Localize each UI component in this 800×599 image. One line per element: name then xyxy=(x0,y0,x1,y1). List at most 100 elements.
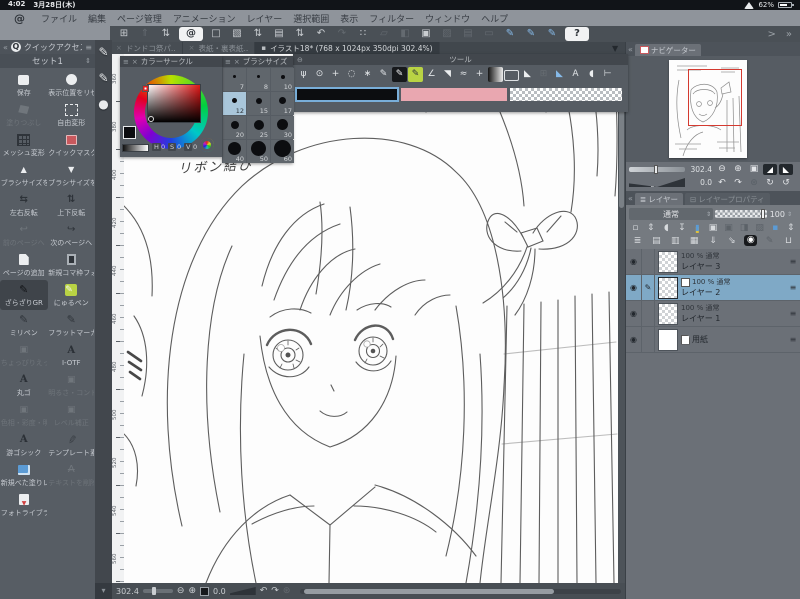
close-icon[interactable]: × xyxy=(234,58,240,66)
rotate-view-tool-icon[interactable]: ⊙ xyxy=(312,67,327,82)
fill-tool-icon[interactable]: ◣ xyxy=(520,67,535,82)
menu-item[interactable]: ファイル xyxy=(41,12,77,25)
brush-size-cell[interactable]: 10 xyxy=(271,68,294,91)
quick-access-button[interactable]: 次のページへ xyxy=(48,220,96,250)
main-color-swatch[interactable] xyxy=(123,126,136,139)
quick-access-button[interactable]: ちょっぴりえっ.. xyxy=(0,340,48,370)
zoom-out-icon[interactable]: ⊖ xyxy=(177,586,185,596)
layer-menu-icon[interactable]: ≡ xyxy=(786,335,800,344)
quick-access-button[interactable]: 新規べた塗りレ.. xyxy=(0,460,48,490)
clip-to-layer-icon[interactable]: ↧ xyxy=(676,223,689,233)
canvas-horizontal-scrollbar[interactable] xyxy=(300,588,621,594)
zoom-out-icon[interactable]: ⊖ xyxy=(715,164,729,175)
quick-access-button[interactable]: テンプレート素.. xyxy=(48,430,96,460)
palette-stepper-icon[interactable]: ⇕ xyxy=(784,223,797,233)
overflow-more-icon[interactable]: » xyxy=(786,29,792,40)
reset-all-icon[interactable]: ↺ xyxy=(779,178,793,188)
panel-menu-icon[interactable]: ≡ xyxy=(123,58,129,66)
airbrush-tool-icon[interactable]: ≈ xyxy=(456,67,471,82)
document-tab[interactable]: × ドンドコ祭パ.. xyxy=(110,42,183,54)
quick-access-button[interactable]: 丸ゴ xyxy=(0,370,48,400)
navigator-zoom-slider[interactable] xyxy=(629,165,685,174)
layer-row[interactable]: ◉ ✎ 用紙 ≡ xyxy=(626,327,800,353)
menu-item[interactable]: 選択範囲 xyxy=(293,12,329,25)
rotation-slider[interactable] xyxy=(229,587,256,595)
layer-stack-icon[interactable]: ≣ xyxy=(631,236,644,246)
grid-tool-icon[interactable]: ⊞ xyxy=(536,67,551,82)
layer-row[interactable]: ◉ ✎ 100 % 通常 レイヤー 3 ≡ xyxy=(626,249,800,275)
quick-access-grid-icon[interactable]: ⊞ xyxy=(116,27,132,41)
crop-frame-icon[interactable]: ▣ xyxy=(418,27,434,41)
quick-access-button[interactable]: 上下反転 xyxy=(48,190,96,220)
quick-access-button[interactable]: ブラシサイズを.. xyxy=(0,160,48,190)
export-icon[interactable]: ⇑ xyxy=(137,27,153,41)
rotate-right-icon[interactable]: ↷ xyxy=(731,178,745,188)
help-button[interactable]: ? xyxy=(565,27,589,41)
quick-access-button[interactable]: ミリペン xyxy=(0,310,48,340)
brush-size-cell[interactable]: 60 xyxy=(271,140,294,163)
navigator-view-rectangle[interactable] xyxy=(688,69,742,126)
layer-thumbnail[interactable] xyxy=(658,302,678,325)
quick-access-button[interactable]: メッシュ変形 xyxy=(0,130,48,160)
csp-home-button[interactable]: @ xyxy=(179,27,203,41)
pen-tool-icon[interactable]: ✎ xyxy=(392,67,407,82)
quick-access-button[interactable]: フォトライブラ.. xyxy=(0,490,48,520)
brush-size-cell[interactable]: 40 xyxy=(223,140,246,163)
panel-menu-icon[interactable]: ≡ xyxy=(225,58,231,66)
thumbnail-stepper-icon[interactable]: ⇕ xyxy=(645,223,658,233)
fit-to-screen-icon[interactable]: ▣ xyxy=(747,164,761,175)
brush-size-cell[interactable]: 25 xyxy=(247,116,270,139)
edge-pen-settings-icon[interactable]: ✎ xyxy=(95,66,112,92)
move-tool-icon[interactable]: + xyxy=(328,67,343,82)
ruler-range-icon[interactable]: ▨ xyxy=(753,223,766,233)
quick-access-button[interactable]: 前のページへ xyxy=(0,220,48,250)
quick-access-button[interactable]: テキストを削除 xyxy=(48,460,96,490)
combine-icon[interactable]: ⇘ xyxy=(725,236,738,246)
blend-stepper-icon[interactable]: ⇕ xyxy=(706,211,711,218)
flip-horizontal-icon[interactable]: ◢ xyxy=(763,164,777,175)
quick-access-set-dropdown[interactable]: セット1 ⇕ xyxy=(0,54,95,68)
menu-item[interactable]: ヘルプ xyxy=(481,12,508,25)
reset-rotation-icon[interactable]: ⊛ xyxy=(283,586,291,596)
reset-view-icon[interactable]: ↻ xyxy=(763,178,777,188)
color-wheel-mode-icon[interactable] xyxy=(200,138,214,152)
canvas-vertical-scrollbar[interactable] xyxy=(618,54,625,583)
lock-transparent-icon[interactable]: ▣ xyxy=(722,223,735,233)
quick-access-button[interactable]: クイックマスク.. xyxy=(48,130,96,160)
paper-icon[interactable]: ▤ xyxy=(271,27,287,41)
text-tool-icon[interactable]: A xyxy=(568,67,583,82)
rotate-left-icon[interactable]: ↶ xyxy=(715,178,729,188)
document-tab[interactable]: × 表紙・裏表紙.. xyxy=(182,42,256,54)
blend-mode-dropdown[interactable]: 通常 ⇕ xyxy=(629,208,713,220)
stylus-pen-icon[interactable]: ✎ xyxy=(502,27,518,41)
document-tab[interactable]: ▪ イラスト18* (768 x 1024px 350dpi 302.4%) xyxy=(255,42,440,54)
opacity-slider[interactable] xyxy=(715,209,767,219)
layer-menu-icon[interactable]: ≡ xyxy=(786,309,800,318)
brush-size-cell[interactable]: 30 xyxy=(271,116,294,139)
layer-mask-icon[interactable]: ◉ xyxy=(744,235,758,246)
menu-item[interactable]: フィルター xyxy=(369,12,414,25)
zoom-in-icon[interactable]: ⊕ xyxy=(188,586,196,596)
quick-access-button[interactable]: 表示位置をリセ.. xyxy=(48,70,96,100)
eraser-tool-icon[interactable]: ◥ xyxy=(440,67,455,82)
quick-access-button[interactable]: I-OTF xyxy=(48,340,96,370)
quick-access-button[interactable]: 色相・彩度・明.. xyxy=(0,400,48,430)
paper-stepper-icon[interactable]: ⇅ xyxy=(292,27,308,41)
blend-icon[interactable]: ◧ xyxy=(397,27,413,41)
new-vector-layer-icon[interactable]: ▥ xyxy=(669,236,682,246)
zoom-slider[interactable] xyxy=(142,587,173,595)
figure-tool-icon[interactable] xyxy=(504,70,519,81)
delete-layer-icon[interactable]: ⊔ xyxy=(782,236,795,246)
edge-color-blob-icon[interactable]: ● xyxy=(95,92,112,118)
collapse-icon[interactable]: « xyxy=(628,45,633,54)
minimize-icon[interactable]: ⊖ xyxy=(297,56,303,64)
line-tool-icon[interactable]: ⊢ xyxy=(600,67,615,82)
layer-visibility-eye-icon[interactable]: ◉ xyxy=(626,249,642,274)
layer-panel-tab[interactable]: ≣ レイヤー xyxy=(634,193,683,205)
overflow-prev-icon[interactable]: > xyxy=(767,29,775,40)
brush-size-cell[interactable]: 8 xyxy=(247,68,270,91)
saturation-value-square[interactable] xyxy=(147,84,201,123)
quick-access-button[interactable]: ざらざりGR xyxy=(0,280,48,310)
merge-down-icon[interactable]: ⇓ xyxy=(707,236,720,246)
menu-item[interactable]: ページ管理 xyxy=(117,12,162,25)
